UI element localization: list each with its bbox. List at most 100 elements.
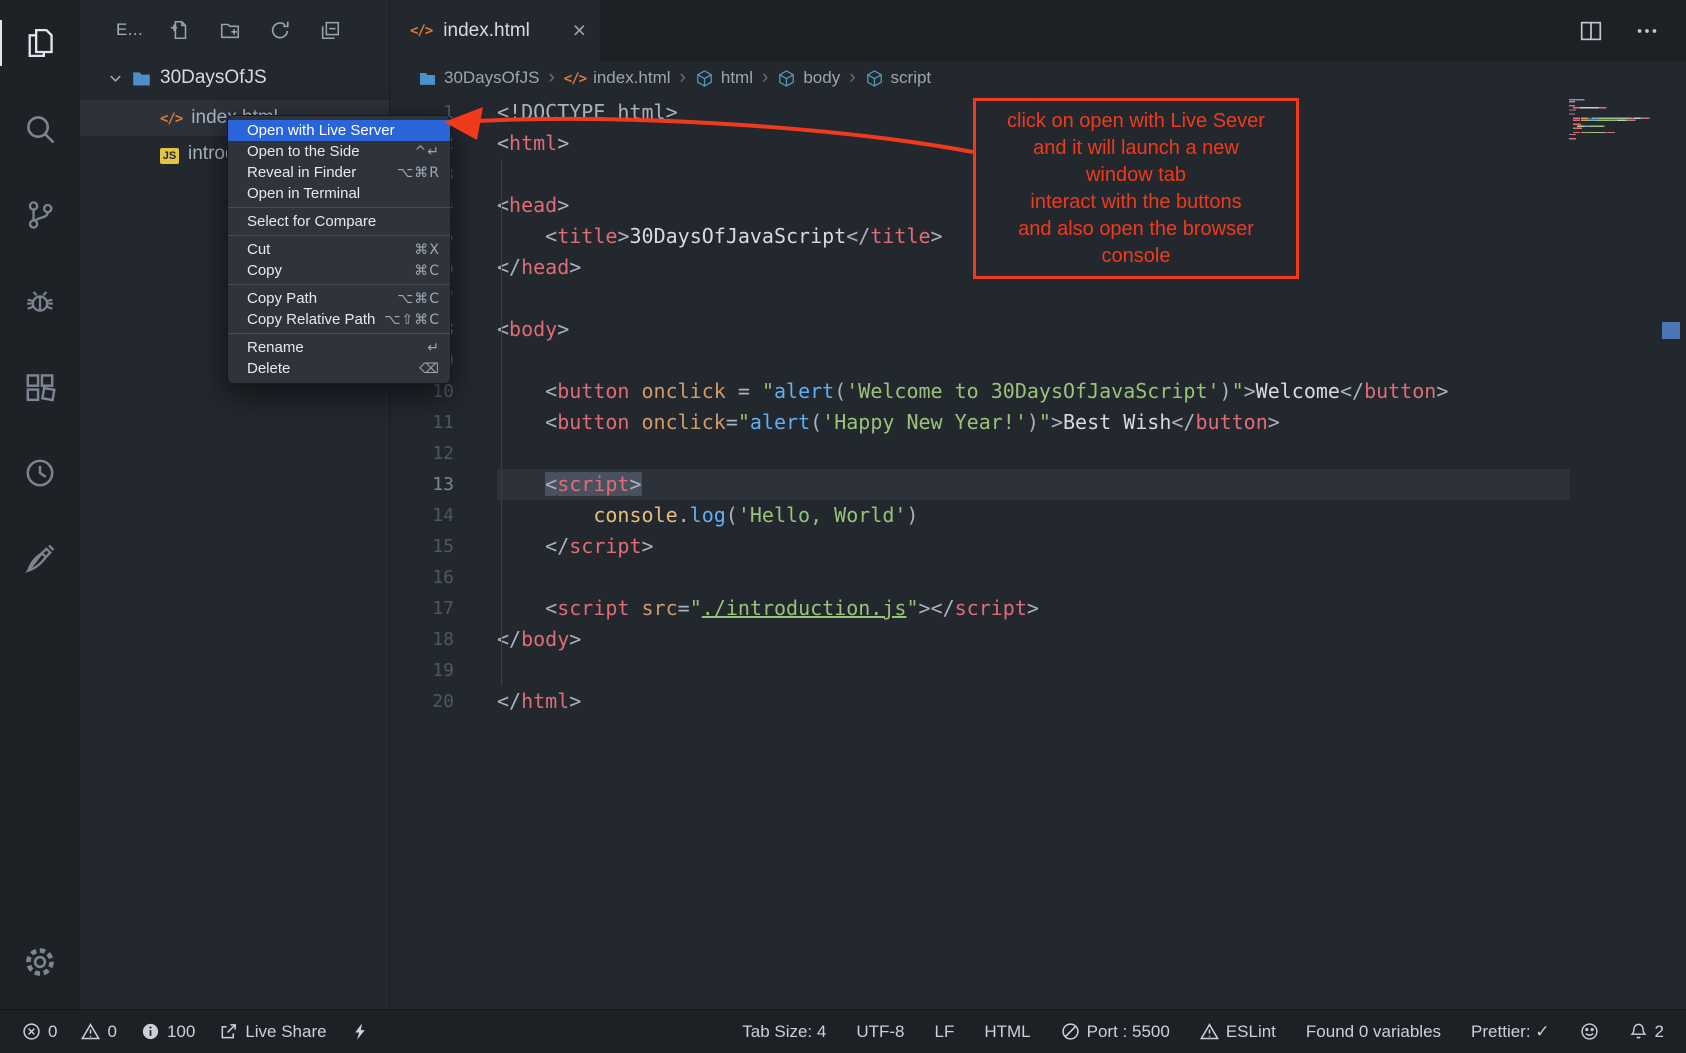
status-css-variables[interactable]: Found 0 variables — [1306, 1022, 1441, 1042]
status-language-mode[interactable]: HTML — [984, 1022, 1030, 1042]
code-line-16[interactable]: 16 — [390, 562, 1686, 593]
menu-item-delete[interactable]: Delete⌫ — [228, 358, 450, 379]
line-content: <script src="./introduction.js"></script… — [497, 593, 1570, 624]
breadcrumb-label: script — [891, 68, 932, 88]
breadcrumb: 30DaysOfJS›</>index.html›html›body›scrip… — [390, 61, 1686, 95]
activity-bar-item-explorer[interactable] — [0, 0, 80, 86]
split-editor-icon[interactable] — [1578, 18, 1604, 44]
status-errors[interactable]: 0 — [22, 1022, 57, 1042]
status-notifications[interactable]: 2 — [1629, 1022, 1664, 1042]
code-line-12[interactable]: 12 — [390, 438, 1686, 469]
menu-item-shortcut: ^↵ — [415, 144, 440, 160]
menu-item-open-in-terminal[interactable]: Open in Terminal — [228, 183, 450, 204]
code-line-20[interactable]: 20</html> — [390, 686, 1686, 717]
menu-item-select-for-compare[interactable]: Select for Compare — [228, 211, 450, 232]
breadcrumb-item-index.html[interactable]: </>index.html — [564, 68, 671, 88]
annotation-line: and also open the browser — [976, 216, 1296, 243]
new-folder-icon[interactable] — [219, 19, 241, 41]
code-line-13[interactable]: 13 <script> — [390, 469, 1686, 500]
menu-item-shortcut: ↵ — [427, 340, 440, 356]
menu-item-label: Open with Live Server — [247, 122, 395, 139]
close-icon[interactable]: × — [573, 19, 586, 42]
breadcrumb-item-script[interactable]: script — [865, 68, 932, 88]
code-line-11[interactable]: 11 <button onclick="alert('Happy New Yea… — [390, 407, 1686, 438]
collapse-all-icon[interactable] — [319, 19, 341, 41]
status-feedback[interactable] — [1580, 1022, 1599, 1041]
menu-item-copy[interactable]: Copy⌘C — [228, 260, 450, 281]
menu-item-copy-path[interactable]: Copy Path⌥⌘C — [228, 288, 450, 309]
code-line-14[interactable]: 14 console.log('Hello, World') — [390, 500, 1686, 531]
annotation-box: click on open with Live Severand it will… — [973, 98, 1299, 279]
menu-item-cut[interactable]: Cut⌘X — [228, 239, 450, 260]
breadcrumb-item-html[interactable]: html — [695, 68, 753, 88]
code-line-8[interactable]: 8<body> — [390, 314, 1686, 345]
menu-item-open-to-the-side[interactable]: Open to the Side ^↵ — [228, 141, 450, 162]
status-info-count[interactable]: 100 — [141, 1022, 195, 1042]
menu-item-shortcut: ⌥⌘C — [397, 291, 440, 307]
annotation-line: console — [976, 243, 1296, 270]
refresh-icon[interactable] — [269, 19, 291, 41]
new-file-icon[interactable] — [169, 19, 191, 41]
line-number: 19 — [390, 655, 454, 686]
activity-bar-item-timeline[interactable] — [0, 430, 80, 516]
line-number: 13 — [390, 469, 454, 500]
more-actions-icon[interactable] — [1634, 18, 1660, 44]
hand-pen-icon — [22, 541, 58, 577]
source-control-icon — [22, 197, 58, 233]
status-eol[interactable]: LF — [935, 1022, 955, 1042]
port-icon — [1061, 1022, 1080, 1041]
activity-bar-item-source-control[interactable] — [0, 172, 80, 258]
code-line-18[interactable]: 18</body> — [390, 624, 1686, 655]
code-line-19[interactable]: 19 — [390, 655, 1686, 686]
activity-bar-item-run-debug[interactable] — [0, 258, 80, 344]
status-live-share[interactable]: Live Share — [219, 1022, 326, 1042]
indent-guide — [501, 159, 502, 686]
status-label: LF — [935, 1022, 955, 1042]
status-encoding[interactable]: UTF-8 — [856, 1022, 904, 1042]
symbol-cube-icon — [777, 69, 796, 88]
status-go-live[interactable] — [351, 1022, 370, 1041]
status-eslint[interactable]: ESLint — [1200, 1022, 1276, 1042]
status-label: HTML — [984, 1022, 1030, 1042]
status-label: 0 — [48, 1022, 57, 1042]
line-number: 12 — [390, 438, 454, 469]
status-prettier[interactable]: Prettier: ✓ — [1471, 1022, 1549, 1042]
breadcrumb-label: 30DaysOfJS — [444, 68, 539, 88]
status-tab-size[interactable]: Tab Size: 4 — [742, 1022, 826, 1042]
menu-item-rename[interactable]: Rename↵ — [228, 337, 450, 358]
annotation-line: interact with the buttons — [976, 189, 1296, 216]
code-line-15[interactable]: 15 </script> — [390, 531, 1686, 562]
activity-bar-item-custom-extension[interactable] — [0, 516, 80, 602]
menu-item-open-with-live-server[interactable]: Open with Live Server — [228, 120, 450, 141]
status-live-server-port[interactable]: Port : 5500 — [1061, 1022, 1170, 1042]
code-line-17[interactable]: 17 <script src="./introduction.js"></scr… — [390, 593, 1686, 624]
menu-item-reveal-in-finder[interactable]: Reveal in Finder⌥⌘R — [228, 162, 450, 183]
breadcrumb-item-30DaysOfJS[interactable]: 30DaysOfJS — [418, 68, 539, 88]
line-number: 17 — [390, 593, 454, 624]
menu-item-label: Open to the Side — [247, 143, 360, 160]
explorer-header: E... — [80, 0, 389, 60]
code-line-10[interactable]: 10 <button onclick = "alert('Welcome to … — [390, 376, 1686, 407]
breadcrumb-item-body[interactable]: body — [777, 68, 840, 88]
symbol-cube-icon — [695, 69, 714, 88]
line-number: 14 — [390, 500, 454, 531]
annotation-line: and it will launch a new — [976, 135, 1296, 162]
code-line-9[interactable]: 9 — [390, 345, 1686, 376]
tabbar-actions — [1578, 0, 1686, 61]
minimap[interactable] — [1566, 97, 1668, 147]
folder-row-30DaysOfJS[interactable]: 30DaysOfJS — [80, 60, 389, 96]
status-warnings[interactable]: 0 — [81, 1022, 116, 1042]
activity-bar-bottom — [0, 927, 80, 997]
status-label: ESLint — [1226, 1022, 1276, 1042]
activity-bar-item-settings[interactable] — [0, 927, 80, 997]
menu-item-label: Reveal in Finder — [247, 164, 356, 181]
tab-index-html[interactable]: </> index.html × — [390, 0, 600, 61]
activity-bar-top — [0, 0, 80, 602]
activity-bar-item-search[interactable] — [0, 86, 80, 172]
menu-item-copy-relative-path[interactable]: Copy Relative Path⌥⇧⌘C — [228, 309, 450, 330]
line-content — [497, 283, 1570, 314]
error-icon — [22, 1022, 41, 1041]
code-line-7[interactable]: 7 — [390, 283, 1686, 314]
activity-bar-item-extensions[interactable] — [0, 344, 80, 430]
line-number: 11 — [390, 407, 454, 438]
